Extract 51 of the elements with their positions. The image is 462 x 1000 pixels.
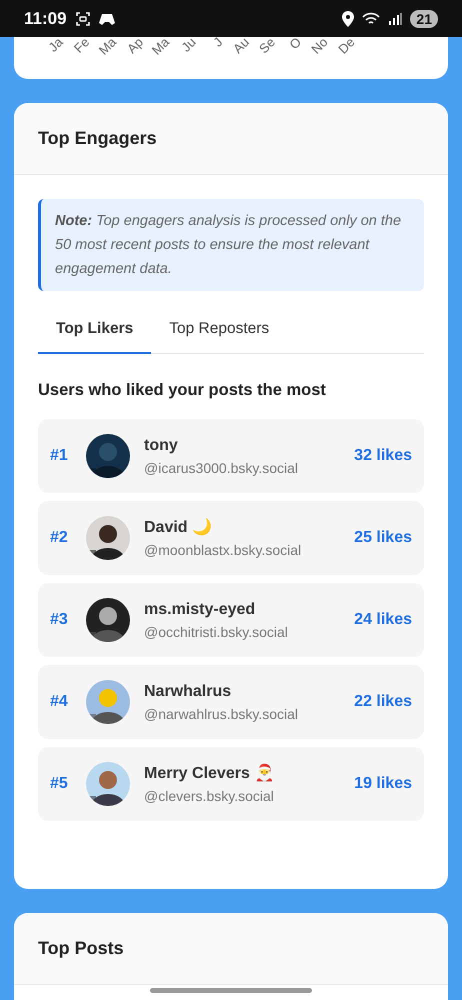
- user-handle: @moonblastx.bsky.social: [144, 540, 302, 560]
- like-count: 22 likes: [354, 692, 412, 712]
- user-handle: @narwahlrus.bsky.social: [144, 704, 298, 724]
- rank-number: #2: [50, 528, 69, 548]
- status-time: 11:09: [24, 8, 67, 30]
- battery-level: 21: [410, 10, 438, 28]
- tab[interactable]: Top Reposters: [151, 307, 288, 354]
- axis-label: Au: [228, 37, 253, 58]
- home-indicator[interactable]: [150, 988, 312, 993]
- axis-label: No: [308, 37, 332, 59]
- info-note: Note: Top engagers analysis is processed only on the 50 most recent posts to ensure the most relevant engagement data.: [38, 199, 424, 291]
- tab[interactable]: Top Likers: [38, 307, 152, 354]
- axis-label: Ma: [94, 37, 120, 60]
- screenshot-icon: [74, 10, 91, 26]
- card-title: Top Engagers: [14, 103, 448, 175]
- user-row[interactable]: #4 Narwhalrus @narwahlrus.bsky.social 22 likes: [38, 665, 424, 739]
- user-row[interactable]: #5 Merry Clevers 🎅 @clevers.bsky.social 19 likes: [38, 747, 424, 821]
- card-title: Top Posts: [14, 913, 448, 985]
- axis-label: J: [208, 37, 226, 52]
- wifi-icon: [362, 12, 380, 26]
- axis-label: Ju: [177, 37, 200, 56]
- user-handle: @occhitristi.bsky.social: [144, 622, 288, 642]
- like-count: 32 likes: [354, 446, 412, 466]
- rank-number: #4: [50, 692, 69, 712]
- like-count: 19 likes: [354, 774, 412, 794]
- user-row[interactable]: #3 ms.misty-eyed @occhitristi.bsky.social 24 likes: [38, 583, 424, 657]
- rank-number: #3: [50, 610, 69, 630]
- location-icon: [342, 10, 354, 26]
- axis-label: Se: [255, 37, 280, 58]
- user-name: Narwhalrus: [144, 682, 232, 702]
- rank-number: #1: [50, 446, 69, 466]
- axis-label: Ja: [44, 37, 68, 56]
- user-row[interactable]: #1 tony @icarus3000.bsky.social 32 likes: [38, 419, 424, 493]
- gamepad-icon: [98, 12, 117, 26]
- user-name: Merry Clevers 🎅: [144, 762, 274, 784]
- axis-label: Ma: [148, 37, 174, 60]
- signal-icon: [388, 12, 402, 26]
- user-row[interactable]: #2 David 🌙 @moonblastx.bsky.social 25 likes: [38, 501, 424, 575]
- user-handle: @icarus3000.bsky.social: [144, 458, 298, 478]
- axis-label: De: [334, 37, 359, 59]
- user-name: ms.misty-eyed: [144, 600, 256, 620]
- section-subtitle: Users who liked your posts the most: [38, 380, 327, 402]
- user-name: David 🌙: [144, 517, 214, 538]
- rank-number: #5: [50, 774, 69, 794]
- like-count: 24 likes: [354, 610, 412, 630]
- axis-label: Ap: [122, 37, 147, 58]
- user-name: tony: [144, 436, 179, 456]
- user-handle: @clevers.bsky.social: [144, 786, 274, 806]
- axis-label: O: [286, 37, 306, 54]
- like-count: 25 likes: [354, 528, 412, 548]
- axis-label: Fe: [70, 37, 94, 58]
